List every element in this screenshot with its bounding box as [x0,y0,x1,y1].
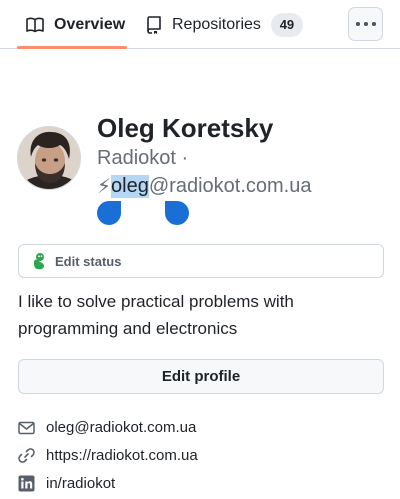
profile-email-link[interactable]: oleg@radiokot.com.ua [18,419,196,436]
avatar-image [18,127,80,189]
repositories-count-badge: 49 [270,12,303,37]
tab-overview-label: Overview [54,15,126,33]
profile-linkedin-link[interactable]: in/radiokot [18,475,115,492]
profile-bio: I like to solve practical problems with … [18,292,294,338]
tab-repositories-label: Repositories [172,15,261,33]
selection-handle-start[interactable] [97,201,121,225]
lightning-emoji-icon: ⚡ [97,176,112,198]
repo-icon [147,15,161,34]
profile-email-rest: @radiokot.com.ua [148,175,312,197]
profile-website-link[interactable]: https://radiokot.com.ua [18,447,198,464]
tab-overview[interactable]: Overview [26,0,125,49]
more-options-button[interactable] [348,7,383,41]
profile-nickname: Radiokot · [97,147,189,169]
email-link-text: oleg@radiokot.com.ua [46,419,197,436]
edit-profile-button[interactable]: Edit profile [18,359,384,394]
link-icon [18,448,35,463]
edit-status-button[interactable]: Edit status [18,244,384,278]
book-icon [26,17,44,32]
linkedin-icon [18,475,35,492]
profile-full-name: Oleg Koretsky [97,113,274,143]
profile-email-text: ⚡ oleg @radiokot.com.ua [97,174,311,199]
mail-icon [18,421,35,434]
tab-repositories[interactable]: Repositories 49 [146,0,303,49]
smiley-icon [34,253,44,270]
avatar[interactable] [17,126,81,190]
edit-status-label: Edit status [55,253,122,269]
kebab-horizontal-icon [355,22,360,26]
kebab-dot [363,22,368,26]
kebab-dot [371,22,376,26]
profile-tab-nav: Overview Repositories 49 [0,0,400,49]
selection-handle-end[interactable] [165,201,189,225]
website-link-text: https://radiokot.com.ua [46,447,198,464]
active-tab-indicator [17,46,127,49]
linkedin-link-text: in/radiokot [46,475,116,492]
selected-text: oleg [111,175,149,198]
